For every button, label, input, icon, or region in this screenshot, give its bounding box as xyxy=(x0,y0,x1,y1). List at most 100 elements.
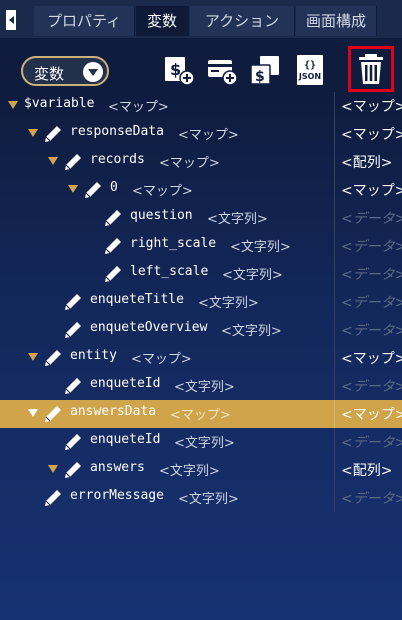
value-cell[interactable]: <データ> xyxy=(334,428,402,456)
value-cell[interactable]: <データ> xyxy=(334,204,402,232)
value-text: <データ> xyxy=(341,211,402,227)
variable-type: <文字列> xyxy=(207,212,268,227)
variable-type: <文字列> xyxy=(159,464,220,479)
pencil-icon[interactable] xyxy=(104,237,122,255)
expand-toggle-icon[interactable] xyxy=(28,409,38,417)
pencil-icon[interactable] xyxy=(44,405,62,423)
variable-type: <マップ> xyxy=(132,184,193,199)
pencil-icon[interactable] xyxy=(84,181,102,199)
value-text: <データ> xyxy=(341,323,402,339)
variable-name: entity xyxy=(70,348,117,363)
pencil-icon[interactable] xyxy=(64,377,82,395)
tab-screen-structure[interactable]: 画面構成 xyxy=(296,6,377,36)
value-cell[interactable]: <配列> xyxy=(334,456,402,484)
expand-toggle-icon[interactable] xyxy=(28,129,38,137)
pencil-icon[interactable] xyxy=(44,125,62,143)
tab-actions[interactable]: アクション xyxy=(190,6,295,36)
svg-text:$: $ xyxy=(170,60,181,79)
tree-row[interactable]: $variable <マップ> <マップ> xyxy=(0,92,402,120)
svg-text:$: $ xyxy=(255,69,265,85)
tab-properties[interactable]: プロパティ xyxy=(34,6,135,36)
pencil-icon[interactable] xyxy=(64,293,82,311)
add-variable-icon[interactable]: $ xyxy=(163,54,195,86)
expand-toggle-icon[interactable] xyxy=(28,353,38,361)
tree-row[interactable]: answers <文字列> <配列> xyxy=(0,456,402,484)
collapse-panel-icon[interactable] xyxy=(5,9,27,31)
toolbar: 変数 $ $ {} JSON xyxy=(0,38,402,92)
copy-variable-icon[interactable]: $ xyxy=(249,54,281,86)
variable-name: 0 xyxy=(110,180,118,195)
tree-row[interactable]: 0 <マップ> <マップ> xyxy=(0,176,402,204)
expand-toggle-icon[interactable] xyxy=(68,185,78,193)
value-cell[interactable]: <データ> xyxy=(334,288,402,316)
value-cell[interactable]: <データ> xyxy=(334,316,402,344)
expand-toggle-icon[interactable] xyxy=(8,101,18,109)
value-cell[interactable]: <データ> xyxy=(334,232,402,260)
pencil-icon[interactable] xyxy=(64,153,82,171)
expand-toggle-icon[interactable] xyxy=(48,157,58,165)
add-card-icon[interactable] xyxy=(206,54,238,86)
variable-type: <文字列> xyxy=(222,268,283,283)
pencil-icon[interactable] xyxy=(104,209,122,227)
variable-name: enqueteId xyxy=(90,432,161,447)
pencil-icon[interactable] xyxy=(44,349,62,367)
tree-row[interactable]: errorMessage <文字列> <データ> xyxy=(0,484,402,512)
value-text: <マップ> xyxy=(341,99,402,115)
trash-icon xyxy=(359,54,383,84)
tree-row[interactable]: enqueteId <文字列> <データ> xyxy=(0,372,402,400)
value-text: <データ> xyxy=(341,435,402,451)
variable-name: enqueteOverview xyxy=(90,320,208,335)
variable-type: <文字列> xyxy=(221,324,282,339)
value-text: <マップ> xyxy=(341,351,402,367)
value-text: <データ> xyxy=(341,267,402,283)
pencil-icon[interactable] xyxy=(64,461,82,479)
variable-name: errorMessage xyxy=(70,488,164,503)
trash-button[interactable] xyxy=(348,46,394,92)
variable-name: left_scale xyxy=(130,264,209,279)
tab-variables[interactable]: 変数 xyxy=(136,6,189,36)
tree-row[interactable]: enqueteId <文字列> <データ> xyxy=(0,428,402,456)
tree-row[interactable]: entity <マップ> <マップ> xyxy=(0,344,402,372)
pencil-icon[interactable] xyxy=(64,433,82,451)
value-cell[interactable]: <配列> xyxy=(334,148,402,176)
variable-name: answers xyxy=(90,460,145,475)
variable-type: <マップ> xyxy=(170,408,231,423)
tree-row[interactable]: enqueteTitle <文字列> <データ> xyxy=(0,288,402,316)
variable-name: enqueteId xyxy=(90,376,161,391)
value-text: <データ> xyxy=(341,239,402,255)
chevron-down-icon xyxy=(83,62,103,82)
tree-row[interactable]: records <マップ> <配列> xyxy=(0,148,402,176)
value-text: <マップ> xyxy=(341,127,402,143)
value-cell[interactable]: <マップ> xyxy=(334,400,402,428)
variable-name: enqueteTitle xyxy=(90,292,184,307)
value-cell[interactable]: <データ> xyxy=(334,484,402,512)
value-cell[interactable]: <データ> xyxy=(334,372,402,400)
tree-row[interactable]: right_scale <文字列> <データ> xyxy=(0,232,402,260)
value-cell[interactable]: <データ> xyxy=(334,260,402,288)
tree-row[interactable]: question <文字列> <データ> xyxy=(0,204,402,232)
value-cell[interactable]: <マップ> xyxy=(334,120,402,148)
value-text: <マップ> xyxy=(341,407,402,423)
expand-toggle-icon[interactable] xyxy=(48,465,58,473)
tree-row[interactable]: responseData <マップ> <マップ> xyxy=(0,120,402,148)
value-cell[interactable]: <マップ> xyxy=(334,176,402,204)
tree-row[interactable]: left_scale <文字列> <データ> xyxy=(0,260,402,288)
variable-type: <マップ> xyxy=(159,156,220,171)
pencil-icon[interactable] xyxy=(64,321,82,339)
tree-row[interactable]: enqueteOverview <文字列> <データ> xyxy=(0,316,402,344)
variable-name: question xyxy=(130,208,193,223)
variable-type-dropdown[interactable]: 変数 xyxy=(21,56,109,86)
pencil-icon[interactable] xyxy=(104,265,122,283)
json-icon[interactable]: {} JSON xyxy=(294,54,326,86)
value-text: <配列> xyxy=(341,463,393,479)
tree-row[interactable]: answersData <マップ> <マップ> xyxy=(0,400,402,428)
value-text: <データ> xyxy=(341,295,402,311)
variable-type: <マップ> xyxy=(178,128,239,143)
dropdown-label: 変数 xyxy=(34,65,65,83)
variable-name: right_scale xyxy=(130,236,217,251)
value-text: <データ> xyxy=(341,491,402,507)
pencil-icon[interactable] xyxy=(44,489,62,507)
variable-type: <文字列> xyxy=(198,296,259,311)
value-cell[interactable]: <マップ> xyxy=(334,344,402,372)
value-cell[interactable]: <マップ> xyxy=(334,92,402,120)
